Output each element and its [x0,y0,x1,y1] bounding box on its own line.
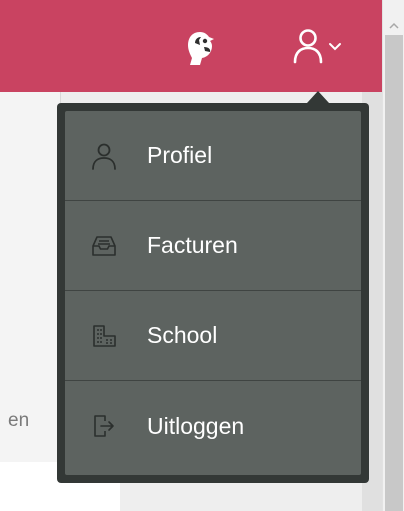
scroll-up-arrow-icon[interactable] [389,16,399,34]
user-icon [89,141,119,171]
scrollbar[interactable] [382,0,404,511]
partial-text: en [8,410,30,431]
menu-item-uitloggen[interactable]: Uitloggen [65,381,361,471]
page: en Profiel Facturen School Uitloggen [0,0,404,511]
building-icon [89,321,119,351]
menu-item-profiel[interactable]: Profiel [65,111,361,201]
user-dropdown-menu: Profiel Facturen School Uitloggen [57,103,369,483]
menu-item-school[interactable]: School [65,291,361,381]
menu-item-label: Uitloggen [147,412,245,439]
scrollbar-thumb[interactable] [385,35,403,511]
user-menu-button[interactable] [292,28,364,68]
dropdown-list: Profiel Facturen School Uitloggen [65,111,361,475]
inbox-icon [89,231,119,261]
chevron-down-icon [328,39,342,57]
user-icon [292,28,324,69]
menu-item-label: Facturen [147,232,238,258]
logout-icon [89,411,119,441]
top-navigation-bar [0,0,382,92]
parrot-icon[interactable] [180,28,220,68]
menu-item-label: School [147,322,218,348]
dropdown-caret [307,91,329,103]
menu-item-label: Profiel [147,142,213,168]
content-left-panel: en [0,92,61,462]
menu-item-facturen[interactable]: Facturen [65,201,361,291]
